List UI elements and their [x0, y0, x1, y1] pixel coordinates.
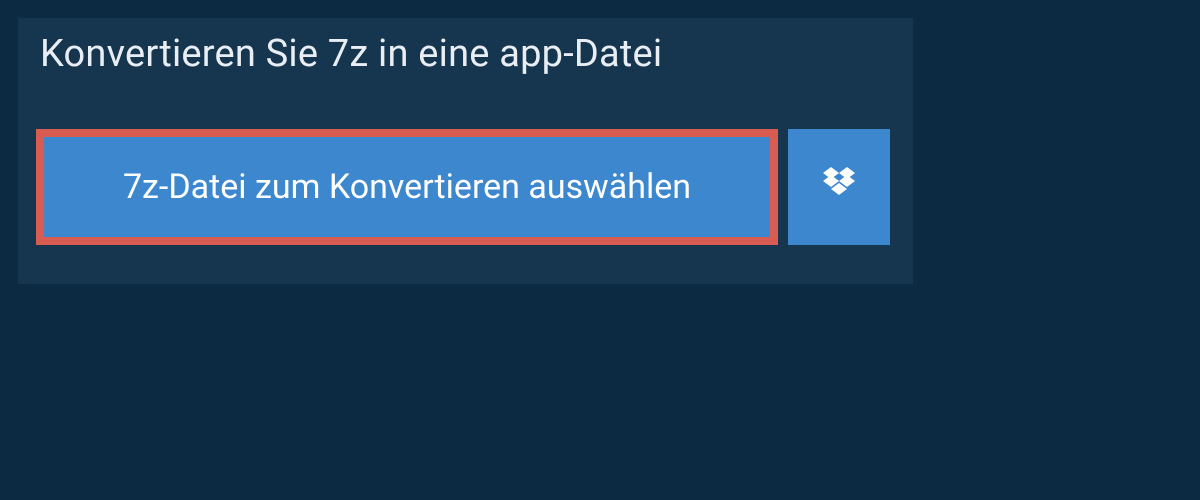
dropbox-icon	[819, 167, 859, 207]
select-file-button[interactable]: 7z-Datei zum Konvertieren auswählen	[36, 129, 778, 245]
page-title: Konvertieren Sie 7z in eine app-Datei	[40, 32, 662, 76]
file-select-row: 7z-Datei zum Konvertieren auswählen	[36, 129, 890, 245]
select-file-button-label: 7z-Datei zum Konvertieren auswählen	[123, 167, 691, 207]
title-bar: Konvertieren Sie 7z in eine app-Datei	[18, 18, 684, 92]
dropbox-button[interactable]	[788, 129, 890, 245]
